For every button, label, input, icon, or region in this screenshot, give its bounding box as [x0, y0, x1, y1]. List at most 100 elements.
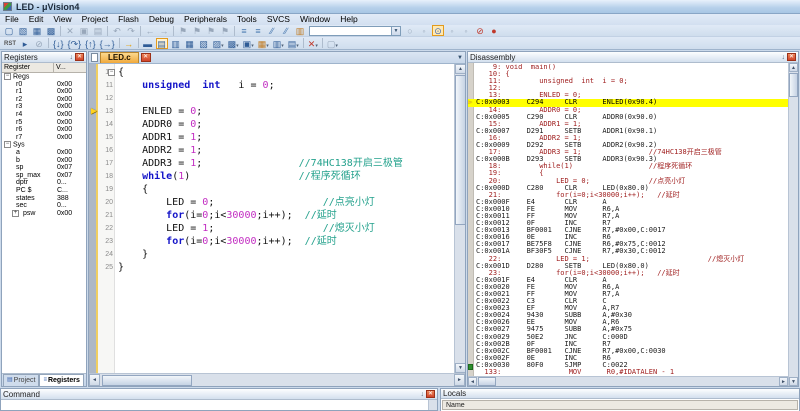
menu-view[interactable]: View	[48, 14, 76, 25]
save-all-icon[interactable]: ▩	[45, 25, 57, 36]
command-window-icon[interactable]: ▬	[142, 38, 154, 49]
find-icon[interactable]: ○	[404, 25, 416, 36]
next-bookmark-icon[interactable]: ⚑	[205, 25, 217, 36]
editor-line[interactable]: 15 ADDR1 = 1;	[89, 131, 454, 144]
nav-back-icon[interactable]: ←	[144, 25, 156, 36]
close-icon[interactable]: ✕	[75, 53, 84, 61]
disassembly-row[interactable]: 9: void main()	[468, 64, 788, 71]
editor-hscroll-thumb[interactable]	[102, 375, 192, 386]
register-row[interactable]: r30x00	[2, 103, 86, 111]
register-row[interactable]: r00x00	[2, 81, 86, 89]
copy-icon[interactable]: ▣	[78, 25, 90, 36]
indent-left-icon[interactable]: ≡	[238, 25, 250, 36]
scroll-left-icon[interactable]: ◄	[468, 377, 477, 386]
editor-line[interactable]: 18 while(1) //程序死循环	[89, 170, 454, 183]
disassembly-hscroll-thumb[interactable]	[478, 377, 496, 386]
tree-expander-icon[interactable]: +	[12, 210, 19, 217]
disassembly-window-icon[interactable]: ▤	[156, 38, 168, 49]
editor-line[interactable]: 12	[89, 92, 454, 105]
prev-bookmark-icon[interactable]: ⚑	[191, 25, 203, 36]
register-row[interactable]: dptr0...	[2, 179, 86, 187]
trace-window-icon[interactable]: ▥▾	[272, 38, 285, 49]
menu-peripherals[interactable]: Peripherals	[179, 14, 232, 25]
tab-close-icon[interactable]: ✕	[141, 53, 151, 62]
editor-line[interactable]: 22 LED = 1; //熄灭小灯	[89, 222, 454, 235]
scroll-up-icon[interactable]: ▲	[789, 63, 798, 72]
scroll-left-icon[interactable]: ◄	[89, 374, 100, 386]
register-row[interactable]: r40x00	[2, 111, 86, 119]
symbol-window-icon[interactable]: ▥	[170, 38, 182, 49]
editor-line[interactable]: 10−{	[89, 66, 454, 79]
step-out-icon[interactable]: {↑}	[84, 38, 97, 49]
undo-icon[interactable]: ↶	[111, 25, 123, 36]
redo-icon[interactable]: ↷	[125, 25, 137, 36]
disassembly-vscroll-thumb[interactable]	[789, 73, 798, 97]
scroll-down-icon[interactable]: ▼	[455, 363, 465, 373]
watch-window-icon[interactable]: ▨▾	[212, 38, 225, 49]
find-in-files-icon[interactable]: ▥	[294, 25, 306, 36]
register-row[interactable]: +psw0x00	[2, 210, 86, 218]
kill-all-breakpoints-icon[interactable]: ●	[488, 25, 500, 36]
editor-line[interactable]: 13 ENLED = 0;►	[89, 105, 454, 118]
register-row[interactable]: PC $C...	[2, 187, 86, 195]
editor-line[interactable]: 21 for(i=0;i<30000;i++); //延时	[89, 209, 454, 222]
registers-window-icon[interactable]: ▦	[184, 38, 196, 49]
tree-expander-icon[interactable]: −	[4, 73, 11, 80]
tree-expander-icon[interactable]: −	[4, 141, 11, 148]
search-combo[interactable]: ▼	[309, 26, 401, 36]
register-row[interactable]: sp0x07	[2, 164, 86, 172]
scroll-up-icon[interactable]: ▲	[455, 64, 465, 74]
cut-icon[interactable]: ✕	[64, 25, 76, 36]
editor-line[interactable]: 25}	[89, 261, 454, 274]
save-icon[interactable]: ▦	[31, 25, 43, 36]
register-row[interactable]: a0x00	[2, 149, 86, 157]
analysis-window-icon[interactable]: ▦▾	[257, 38, 270, 49]
enable-breakpoint-icon[interactable]: ◦	[460, 25, 472, 36]
register-row[interactable]: r50x00	[2, 119, 86, 127]
pin-icon[interactable]: ↓	[70, 53, 74, 62]
fold-collapse-icon[interactable]: −	[108, 69, 115, 76]
register-row[interactable]: sp_max0x07	[2, 172, 86, 180]
dock-tab-registers[interactable]: ≡Registers	[39, 374, 83, 386]
chevron-down-icon[interactable]: ▼	[391, 27, 400, 35]
pin-icon[interactable]: ↓	[421, 390, 425, 399]
comment-selection-icon[interactable]: ∕∕	[266, 25, 278, 36]
menu-flash[interactable]: Flash	[113, 14, 144, 25]
command-scrollbar[interactable]: ▲	[428, 400, 437, 410]
dock-tab-project[interactable]: ▤Project	[3, 374, 39, 386]
disassembly-row[interactable]: 11: unsigned int i = 0;	[468, 78, 788, 85]
menu-svcs[interactable]: SVCS	[262, 14, 295, 25]
pin-icon[interactable]: ↓	[782, 53, 786, 62]
call-stack-window-icon[interactable]: ▧	[198, 38, 210, 49]
system-viewer-icon[interactable]: ▤▾	[287, 38, 300, 49]
editor-line[interactable]: 20 LED = 0; //点亮小灯	[89, 196, 454, 209]
serial-window-icon[interactable]: ▣▾	[242, 38, 255, 49]
menu-window[interactable]: Window	[295, 14, 335, 25]
uncomment-selection-icon[interactable]: ∕∕	[280, 25, 292, 36]
scroll-right-icon[interactable]: ►	[779, 377, 788, 386]
editor-line[interactable]: 23 for(i=0;i<30000;i++); //延时	[89, 235, 454, 248]
tab-list-dropdown-icon[interactable]: ▼	[457, 55, 463, 61]
toggle-bookmark-icon[interactable]: ⚑	[177, 25, 189, 36]
memory-window-icon[interactable]: ▩▾	[227, 38, 240, 49]
register-row[interactable]: r10x00	[2, 88, 86, 96]
editor-line[interactable]: 16 ADDR2 = 1;	[89, 144, 454, 157]
instruction-trace-icon[interactable]: ✕▾	[307, 38, 319, 49]
step-into-icon[interactable]: {↓}	[52, 38, 65, 49]
indent-right-icon[interactable]: ≡	[252, 25, 264, 36]
open-file-icon[interactable]: ▧	[17, 25, 29, 36]
editor-line[interactable]: 11 unsigned int i = 0;	[89, 79, 454, 92]
register-row[interactable]: states388	[2, 195, 86, 203]
menu-project[interactable]: Project	[77, 14, 113, 25]
register-row[interactable]: r70x00	[2, 134, 86, 142]
editor-vertical-scrollbar[interactable]: ▲ ▼	[454, 64, 465, 373]
new-file-icon[interactable]: ▢	[3, 25, 15, 36]
close-icon[interactable]: ✕	[426, 390, 435, 398]
command-output[interactable]: Load "C:\\Users\\lenovo\\Desktop\\手把手教你学…	[1, 400, 437, 410]
breakpoint-icon[interactable]: ◦	[446, 25, 458, 36]
tab-led-c[interactable]: LED.c	[100, 52, 139, 63]
register-row[interactable]: b0x00	[2, 157, 86, 165]
register-row[interactable]: −Regs	[2, 73, 86, 81]
locals-name-column[interactable]: Name	[442, 400, 798, 410]
step-over-icon[interactable]: {↷}	[67, 38, 83, 49]
